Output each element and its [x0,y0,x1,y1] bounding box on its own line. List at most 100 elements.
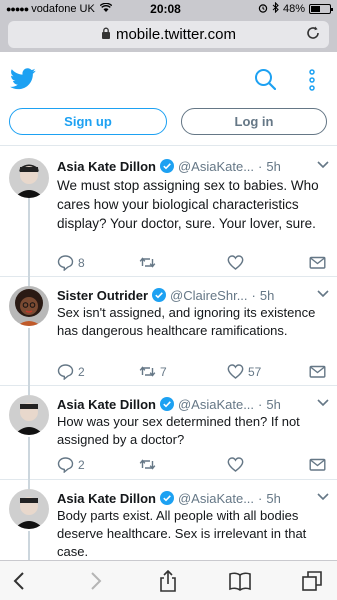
user-handle[interactable]: @AsiaKate... [178,397,254,412]
separator-dot: · [258,396,263,412]
url-text: mobile.twitter.com [115,26,237,43]
verified-badge-icon [159,397,174,411]
alarm-icon [258,3,268,16]
tweet-actions: 8 [57,254,329,274]
tweet-header: Sister Outrider @ClaireShr... · 5h [57,285,329,305]
share-icon[interactable] [157,570,179,592]
twitter-bird-icon[interactable] [10,68,36,90]
retweet-icon [139,459,156,470]
chevron-down-icon[interactable] [317,161,329,169]
display-name[interactable]: Asia Kate Dillon [57,159,156,174]
user-handle[interactable]: @AsiaKate... [178,491,254,506]
tweet[interactable]: Asia Kate Dillon @AsiaKate... · 5h We mu… [0,146,337,277]
chevron-down-icon[interactable] [317,290,329,298]
forward-icon[interactable] [84,570,106,592]
bluetooth-icon [272,1,279,16]
heart-icon [227,255,244,270]
app-header [0,52,337,104]
tweet[interactable]: Asia Kate Dillon @AsiaKate... · 5h How w… [0,386,337,480]
carrier-group: ●●●●● vodafone UK [6,2,126,15]
tabs-icon[interactable] [301,570,323,592]
separator-dot: · [258,158,263,174]
separator-dot: · [258,490,263,506]
tweet-text: We must stop assigning sex to babies. Wh… [57,178,319,231]
reply-button[interactable]: 2 [57,456,85,473]
timestamp[interactable]: 5h [266,159,280,174]
battery-icon [309,4,333,14]
reply-count: 2 [78,457,85,472]
display-name[interactable]: Sister Outrider [57,288,148,303]
timestamp[interactable]: 5h [266,491,280,506]
bookmarks-icon[interactable] [229,570,251,592]
tweet-text: Sex isn't assigned, and ignoring its exi… [57,305,316,338]
retweet-count: 7 [160,364,167,379]
thread-line [28,198,30,277]
direct-message-button[interactable] [309,254,330,271]
tweet-actions: 2 [57,456,329,476]
direct-message-button[interactable] [309,456,330,473]
reply-icon [57,364,74,380]
thread-line [28,437,30,480]
search-icon[interactable] [254,68,276,90]
tweet-header: Asia Kate Dillon @AsiaKate... · 5h [57,394,329,414]
display-name[interactable]: Asia Kate Dillon [57,491,156,506]
thread-line [28,277,30,286]
more-vertical-icon[interactable] [307,69,317,91]
direct-message-button[interactable] [309,363,330,380]
log-in-button[interactable]: Log in [181,108,327,135]
auth-buttons: Sign up Log in [0,108,337,136]
heart-icon [227,364,244,379]
retweet-button[interactable] [139,456,160,473]
verified-badge-icon [152,288,167,302]
address-bar[interactable]: mobile.twitter.com [8,21,329,48]
like-button[interactable] [227,456,248,473]
tweet-text: Body parts exist. All people with all bo… [57,508,307,559]
verified-badge-icon [159,491,174,505]
reply-button[interactable]: 2 [57,363,85,380]
reply-count: 2 [78,364,85,379]
user-handle[interactable]: @AsiaKate... [178,159,254,174]
like-button[interactable] [227,254,248,271]
avatar[interactable] [9,158,49,198]
thread-line [28,328,30,386]
tweet-actions: 2 7 57 [57,363,329,383]
display-name[interactable]: Asia Kate Dillon [57,397,156,412]
thread-line [28,386,30,395]
tweet-text: How was your sex determined then? If not… [57,414,300,447]
thread-line [28,480,30,489]
clock: 20:08 [150,2,181,16]
envelope-icon [309,458,326,471]
chevron-down-icon[interactable] [317,493,329,501]
signal-strength-icon: ●●●●● [6,4,29,14]
sign-up-button[interactable]: Sign up [9,108,167,135]
reply-icon [57,457,74,473]
status-bar: ●●●●● vodafone UK 20:08 48% [0,0,337,18]
user-handle[interactable]: @ClaireShr... [170,288,248,303]
status-right-group: 48% [221,1,333,16]
chevron-down-icon[interactable] [317,399,329,407]
browser-toolbar [0,560,337,600]
avatar[interactable] [9,286,49,326]
retweet-button[interactable] [139,254,160,271]
reply-icon [57,255,74,271]
reply-button[interactable]: 8 [57,254,85,271]
battery-level-fill [311,6,320,12]
timestamp[interactable]: 5h [260,288,274,303]
heart-icon [227,457,244,472]
back-icon[interactable] [9,570,31,592]
reload-icon[interactable] [305,25,321,46]
timestamp[interactable]: 5h [266,397,280,412]
tweet-header: Asia Kate Dillon @AsiaKate... · 5h [57,156,329,176]
envelope-icon [309,256,326,269]
like-button[interactable]: 57 [227,363,261,380]
separator-dot: · [251,287,256,303]
tweet[interactable]: Asia Kate Dillon @AsiaKate... · 5h Body … [0,480,337,560]
verified-badge-icon [159,159,174,173]
like-count: 57 [248,364,262,379]
browser-address-area: mobile.twitter.com [0,18,337,52]
avatar[interactable] [9,489,49,529]
tweet[interactable]: Sister Outrider @ClaireShr... · 5h Sex i… [0,277,337,386]
retweet-button[interactable]: 7 [139,363,167,380]
avatar[interactable] [9,395,49,435]
lock-icon [101,27,111,42]
